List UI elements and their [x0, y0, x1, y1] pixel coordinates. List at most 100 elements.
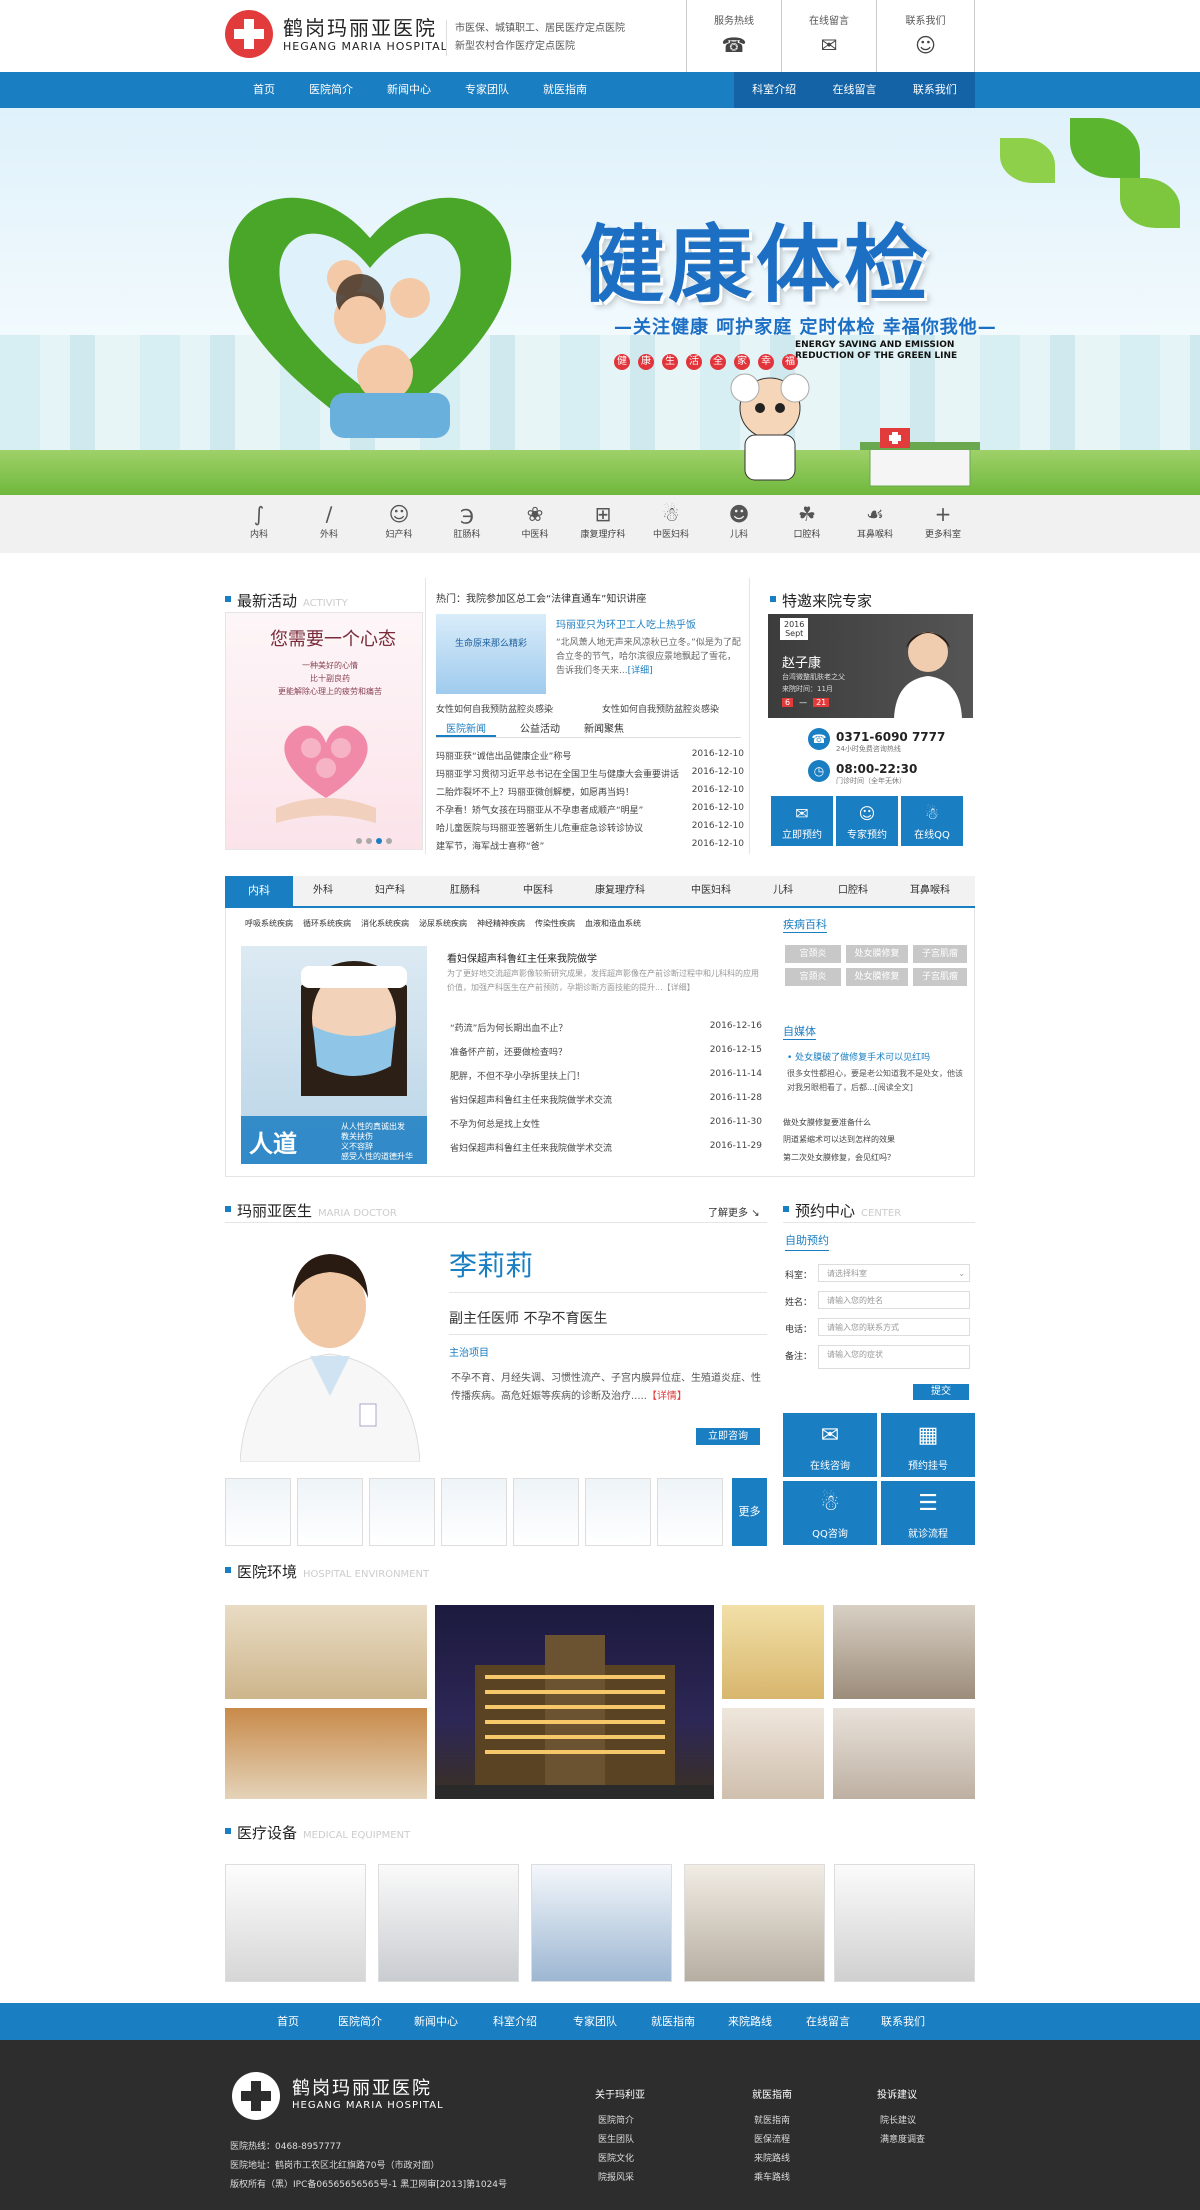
self-media-headline[interactable]: • 处女膜破了做修复手术可以见红吗 — [787, 1050, 930, 1063]
environment-photo-piano[interactable] — [833, 1605, 975, 1699]
dept-surgery[interactable]: ∕ 外科 — [299, 501, 359, 540]
hotline-number[interactable]: 0371-6090 7777 — [836, 730, 945, 744]
footer-nav-about[interactable]: 医院简介 — [338, 2003, 382, 2040]
footer-link[interactable]: 满意度调查 — [880, 2131, 925, 2150]
footer-nav-news[interactable]: 新闻中心 — [414, 2003, 458, 2040]
symptom-textarea[interactable]: 请输入您的症状 — [818, 1345, 970, 1369]
service-hotline-button[interactable]: 服务热线 ☎ — [686, 0, 781, 72]
submit-button[interactable]: 提交 — [913, 1384, 969, 1400]
news-list-item[interactable]: 不孕看！矫气女孩在玛丽亚从不孕患者成顺产“明星” 2016-12-10 — [436, 803, 744, 816]
environment-photo-building-night[interactable] — [435, 1605, 714, 1799]
doctor-thumbnail[interactable] — [513, 1478, 579, 1546]
online-consult-tile[interactable]: ✉ 在线咨询 — [783, 1413, 877, 1477]
dept-more[interactable]: + 更多科室 — [913, 501, 973, 540]
hero-banner[interactable]: 健康体检 —关注健康 呵护家庭 定时体检 幸福你我他— ENERGY SAVIN… — [0, 108, 1200, 495]
department-news-item[interactable]: 准备怀产前，还要做检查吗？ 2016-12-15 — [450, 1045, 762, 1058]
self-service-booking-tab[interactable]: 自助预约 — [785, 1232, 829, 1251]
disease-tag[interactable]: 处女膜修复 — [846, 968, 908, 986]
register-tile[interactable]: ▦ 预约挂号 — [881, 1413, 975, 1477]
footer-link[interactable]: 医保流程 — [754, 2131, 790, 2150]
footer-link[interactable]: 来院路线 — [754, 2150, 790, 2169]
tab-hospital-news[interactable]: 医院新闻 — [436, 720, 496, 737]
self-media-link[interactable]: 第二次处女膜修复，会见红吗？ — [783, 1152, 895, 1163]
environment-photo-exam-room[interactable] — [833, 1708, 975, 1799]
expert-booking-button[interactable]: ☺ 专家预约 — [836, 796, 898, 846]
environment-photo-reception[interactable] — [225, 1708, 427, 1799]
doctor-more-link[interactable]: 了解更多 ↘ — [708, 1204, 760, 1219]
disease-tag[interactable]: 宫颈炎 — [785, 945, 841, 963]
doctor-detail-link[interactable]: 【详情】 — [647, 1391, 687, 1402]
footer-nav-departments[interactable]: 科室介绍 — [493, 2003, 537, 2040]
carousel-dot[interactable] — [356, 838, 362, 844]
subtab[interactable]: 血液和造血系统 — [585, 918, 641, 929]
equipment-photo-ct-scanner[interactable] — [834, 1864, 975, 1982]
equipment-photo-ultrasound[interactable] — [684, 1864, 825, 1982]
footer-nav-experts[interactable]: 专家团队 — [573, 2003, 617, 2040]
qq-consult-tile[interactable]: ☃ QQ咨询 — [783, 1481, 877, 1545]
consult-now-button[interactable]: 立即咨询 — [696, 1428, 760, 1445]
department-news-item[interactable]: 不孕为何总是找上女性 2016-11-30 — [450, 1117, 762, 1130]
book-now-button[interactable]: ✉ 立即预约 — [771, 796, 833, 846]
footer-nav-home[interactable]: 首页 — [277, 2003, 299, 2040]
subtab[interactable]: 消化系统疾病 — [361, 918, 409, 929]
subtab[interactable]: 神经精神疾病 — [477, 918, 525, 929]
tab-tcm[interactable]: 中医科 — [523, 876, 553, 906]
news-list-item[interactable]: 二胎炸裂坏不上？玛丽亚微创解梗，如愿再当妈！ 2016-12-10 — [436, 785, 744, 798]
department-news-item[interactable]: 省妇保超声科鲁红主任来我院做学术交流 2016-11-28 — [450, 1093, 762, 1106]
footer-nav-message[interactable]: 在线留言 — [806, 2003, 850, 2040]
dept-internal[interactable]: ∫ 内科 — [229, 501, 289, 540]
environment-photo-ward[interactable] — [722, 1708, 824, 1799]
disease-tag[interactable]: 子宫肌瘤 — [913, 945, 967, 963]
nav-contact[interactable]: 联系我们 — [913, 72, 957, 108]
carousel-dots[interactable] — [356, 838, 392, 844]
subtab[interactable]: 呼吸系统疾病 — [245, 918, 293, 929]
hot-news-link[interactable]: 热门：我院参加区总工会“法律直通车”知识讲座 — [436, 590, 646, 605]
dept-anorectal[interactable]: ℈ 肛肠科 — [437, 501, 497, 540]
dept-tcm[interactable]: ❀ 中医科 — [505, 501, 565, 540]
tab-dental[interactable]: 口腔科 — [838, 876, 868, 906]
hospital-cross-logo-icon[interactable] — [225, 10, 273, 58]
subtab[interactable]: 传染性疾病 — [535, 918, 575, 929]
environment-photo-lobby[interactable] — [225, 1605, 427, 1699]
tab-focus[interactable]: 新闻聚焦 — [584, 720, 624, 737]
tab-obstetrics[interactable]: 妇产科 — [375, 876, 405, 906]
footer-nav-guide[interactable]: 就医指南 — [651, 2003, 695, 2040]
footer-link[interactable]: 乘车路线 — [754, 2169, 790, 2188]
doctor-thumbnail[interactable] — [369, 1478, 435, 1546]
dept-obstetrics[interactable]: ☺ 妇产科 — [369, 501, 429, 540]
news-list-item[interactable]: 玛丽亚获“诚信出品健康企业”称号 2016-12-10 — [436, 749, 744, 762]
footer-link[interactable]: 院长建议 — [880, 2112, 925, 2131]
tab-ent[interactable]: 耳鼻喉科 — [910, 876, 950, 906]
tab-anorectal[interactable]: 肛肠科 — [450, 876, 480, 906]
tab-charity[interactable]: 公益活动 — [520, 720, 560, 737]
nav-experts[interactable]: 专家团队 — [465, 72, 509, 108]
nav-home[interactable]: 首页 — [253, 72, 275, 108]
footer-link[interactable]: 医生团队 — [598, 2131, 634, 2150]
doctor-thumbnail[interactable] — [297, 1478, 363, 1546]
news-feature-image[interactable]: 生命原来那么精彩 — [436, 614, 546, 694]
nav-online-message[interactable]: 在线留言 — [832, 72, 876, 108]
news-list-item[interactable]: 哈儿童医院与玛丽亚签署新生儿危重症急诊转诊协议 2016-12-10 — [436, 821, 744, 834]
tab-surgery[interactable]: 外科 — [313, 876, 333, 906]
tab-pediatrics[interactable]: 儿科 — [773, 876, 793, 906]
department-feature-image[interactable]: 人道 从人性的真诚出发 教关扶伤 义不容辞 感受人性的道德升华 — [241, 946, 427, 1164]
online-qq-button[interactable]: ☃ 在线QQ — [901, 796, 963, 846]
news-feature-title[interactable]: 玛丽亚只为环卫工人吃上热乎饭 — [556, 616, 696, 631]
dept-dental[interactable]: ☘ 口腔科 — [777, 501, 837, 540]
nav-about[interactable]: 医院简介 — [309, 72, 353, 108]
equipment-photo-analyzer[interactable] — [225, 1864, 366, 1982]
footer-nav-contact[interactable]: 联系我们 — [881, 2003, 925, 2040]
nav-departments[interactable]: 科室介绍 — [752, 72, 796, 108]
news-feature-more-link[interactable]: [详细] — [628, 666, 653, 676]
carousel-dot[interactable] — [366, 838, 372, 844]
carousel-dot[interactable] — [386, 838, 392, 844]
more-doctors-button[interactable]: 更多 — [732, 1478, 767, 1546]
footer-link[interactable]: 就医指南 — [754, 2112, 790, 2131]
department-news-item[interactable]: 肥胖，不但不孕小孕拆里扶上门！ 2016-11-14 — [450, 1069, 762, 1082]
visit-process-tile[interactable]: ☰ 就诊流程 — [881, 1481, 975, 1545]
footer-link[interactable]: 院报风采 — [598, 2169, 634, 2188]
department-select[interactable]: 请选择科室 ⌄ — [818, 1264, 970, 1282]
online-message-button[interactable]: 在线留言 ✉ — [781, 0, 876, 72]
carousel-dot[interactable] — [376, 838, 382, 844]
department-news-item[interactable]: 省妇保超声科鲁红主任来我院做学术交流 2016-11-29 — [450, 1141, 762, 1154]
